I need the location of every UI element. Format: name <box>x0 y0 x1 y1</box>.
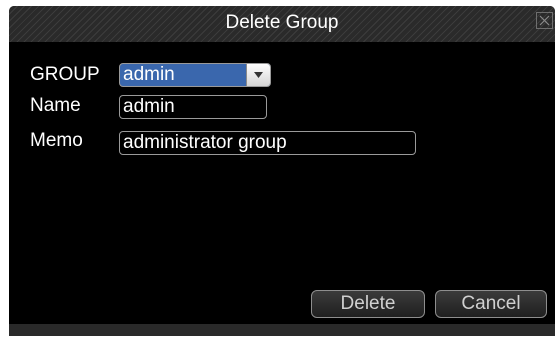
memo-label: Memo <box>30 130 83 151</box>
memo-field[interactable]: administrator group <box>119 131 416 155</box>
group-select-value: admin <box>123 64 175 85</box>
chevron-down-icon <box>254 72 263 78</box>
dialog-title: Delete Group <box>225 12 339 33</box>
name-label: Name <box>30 95 81 116</box>
dropdown-arrow-button[interactable] <box>246 64 270 86</box>
close-button[interactable] <box>536 12 553 29</box>
delete-button[interactable]: Delete <box>311 290 425 318</box>
group-select[interactable]: admin <box>119 63 271 87</box>
cancel-button[interactable]: Cancel <box>435 290 547 318</box>
bottom-bar <box>9 324 555 336</box>
title-bar[interactable]: Delete Group <box>9 6 555 42</box>
group-label: GROUP <box>30 64 100 85</box>
name-field[interactable]: admin <box>119 95 267 119</box>
delete-group-dialog: Delete Group GROUP admin Name admin Memo… <box>9 6 555 336</box>
close-icon <box>539 15 550 26</box>
